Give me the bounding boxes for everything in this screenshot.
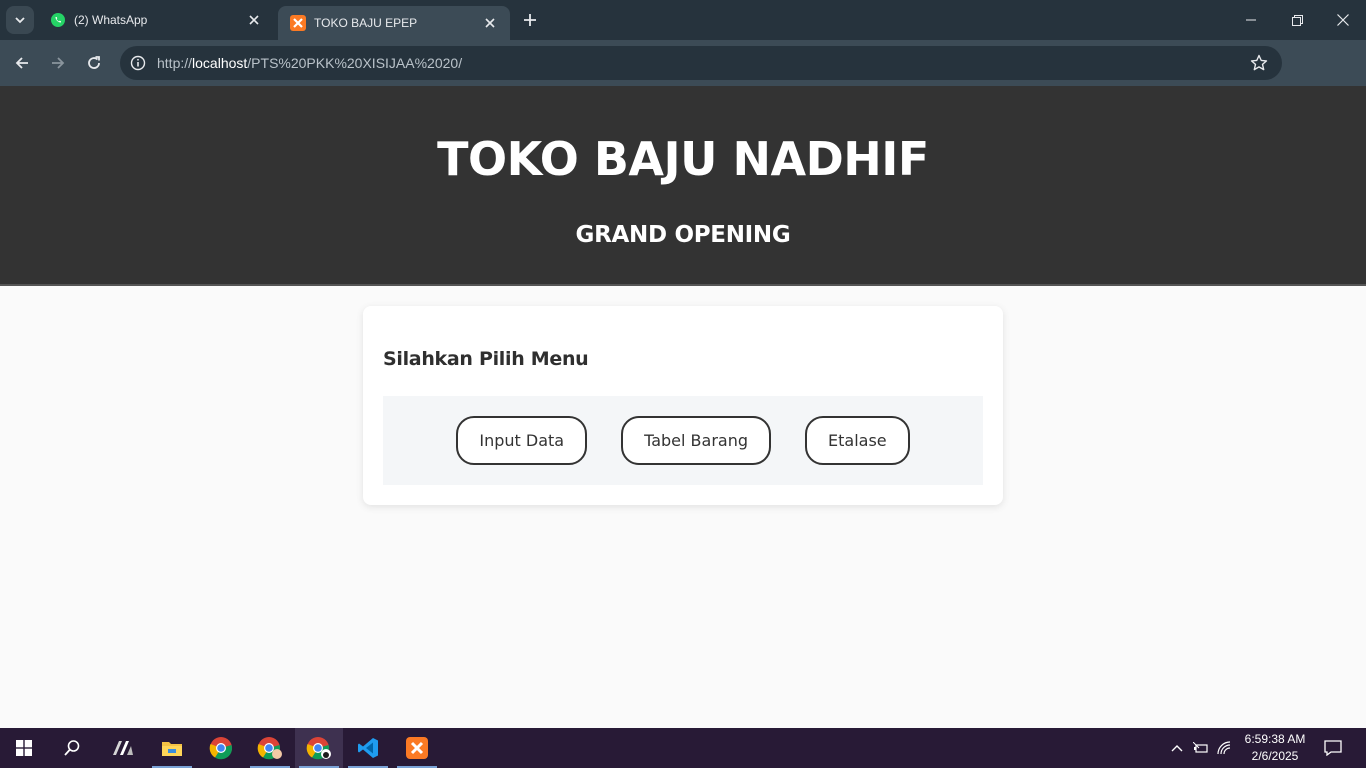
url-path: /PTS%20PKK%20XISIJAA%2020/ — [247, 55, 463, 71]
taskbar-app-launcher[interactable] — [99, 728, 147, 768]
notification-icon — [1324, 740, 1342, 756]
app-launcher-icon — [113, 741, 133, 755]
taskbar-clock[interactable]: 6:59:38 AM 2/6/2025 — [1238, 731, 1312, 765]
close-icon — [1337, 14, 1349, 26]
chrome-active-icon — [306, 737, 331, 760]
show-hidden-icons-button[interactable] — [1166, 728, 1188, 768]
taskbar-search-button[interactable] — [48, 728, 96, 768]
taskbar-chrome-active[interactable] — [295, 728, 343, 768]
new-tab-button[interactable] — [518, 10, 542, 30]
chrome-profile-icon — [257, 737, 282, 760]
clock-date: 2/6/2025 — [1251, 749, 1299, 763]
plus-icon — [524, 14, 536, 26]
page-header: TOKO BAJU NADHIF GRAND OPENING — [0, 86, 1366, 286]
bookmark-star-icon[interactable] — [1250, 54, 1268, 72]
browser-toolbar: http://localhost/PTS%20PKK%20XISIJAA%202… — [0, 40, 1366, 114]
tabel-barang-button[interactable]: Tabel Barang — [621, 416, 771, 465]
restore-button[interactable] — [1274, 0, 1320, 40]
tab-search-button[interactable] — [6, 6, 34, 34]
chevron-up-icon — [1171, 745, 1183, 752]
notification-center-button[interactable] — [1320, 728, 1346, 768]
forward-button[interactable] — [44, 49, 72, 77]
taskbar-vscode[interactable] — [344, 728, 392, 768]
minimize-button[interactable] — [1228, 0, 1274, 40]
tray-network[interactable] — [1214, 728, 1236, 768]
reload-icon — [88, 56, 100, 69]
taskbar-chrome[interactable] — [197, 728, 245, 768]
menu-heading: Silahkan Pilih Menu — [383, 348, 589, 370]
battery-icon — [1193, 742, 1208, 753]
tab-title: (2) WhatsApp — [74, 13, 148, 27]
input-data-button[interactable]: Input Data — [456, 416, 588, 465]
menu-button-group: Input Data Tabel Barang Etalase — [383, 396, 983, 485]
xampp-icon — [290, 15, 306, 31]
taskbar: 6:59:38 AM 2/6/2025 — [0, 728, 1366, 768]
close-icon[interactable] — [246, 12, 262, 28]
wifi-icon — [1217, 741, 1231, 755]
page-title: TOKO BAJU NADHIF — [437, 132, 929, 186]
taskbar-chrome-profile[interactable] — [246, 728, 294, 768]
site-info-icon[interactable] — [121, 46, 155, 80]
windows-start-icon — [16, 740, 32, 756]
chrome-icon — [209, 737, 233, 760]
url-host: localhost — [192, 55, 248, 71]
tab-title: TOKO BAJU EPEP — [314, 16, 418, 30]
clock-time: 6:59:38 AM — [1244, 732, 1306, 746]
windows-start-button[interactable] — [0, 728, 48, 768]
whatsapp-icon — [50, 12, 66, 28]
tab-whatsapp[interactable]: (2) WhatsApp — [38, 0, 274, 40]
page-subtitle: GRAND OPENING — [575, 222, 791, 248]
vscode-icon — [358, 738, 378, 758]
tab-toko-baju[interactable]: TOKO BAJU EPEP — [278, 6, 510, 40]
xampp-icon — [406, 737, 428, 759]
taskbar-xampp[interactable] — [393, 728, 441, 768]
tray-battery[interactable] — [1190, 728, 1212, 768]
close-icon[interactable] — [482, 15, 498, 31]
browser-tab-bar: (2) WhatsApp TOKO BAJU EPEP — [0, 0, 1366, 40]
restore-icon — [1291, 14, 1303, 26]
back-button[interactable] — [8, 49, 36, 77]
etalase-button[interactable]: Etalase — [805, 416, 910, 465]
file-explorer-icon — [162, 742, 182, 756]
arrow-right-icon — [52, 57, 65, 69]
arrow-left-icon — [15, 57, 28, 69]
address-bar[interactable]: http://localhost/PTS%20PKK%20XISIJAA%202… — [120, 46, 1282, 80]
minimize-icon — [1246, 19, 1256, 21]
window-close-button[interactable] — [1320, 0, 1366, 40]
menu-card: Silahkan Pilih Menu Input Data Tabel Bar… — [363, 306, 1003, 505]
taskbar-file-explorer[interactable] — [148, 728, 196, 768]
url-scheme: http:// — [157, 55, 193, 71]
reload-button[interactable] — [80, 49, 108, 77]
search-icon — [64, 740, 80, 756]
url-text: http://localhost/PTS%20PKK%20XISIJAA%202… — [157, 55, 462, 71]
chevron-down-icon — [15, 17, 25, 24]
